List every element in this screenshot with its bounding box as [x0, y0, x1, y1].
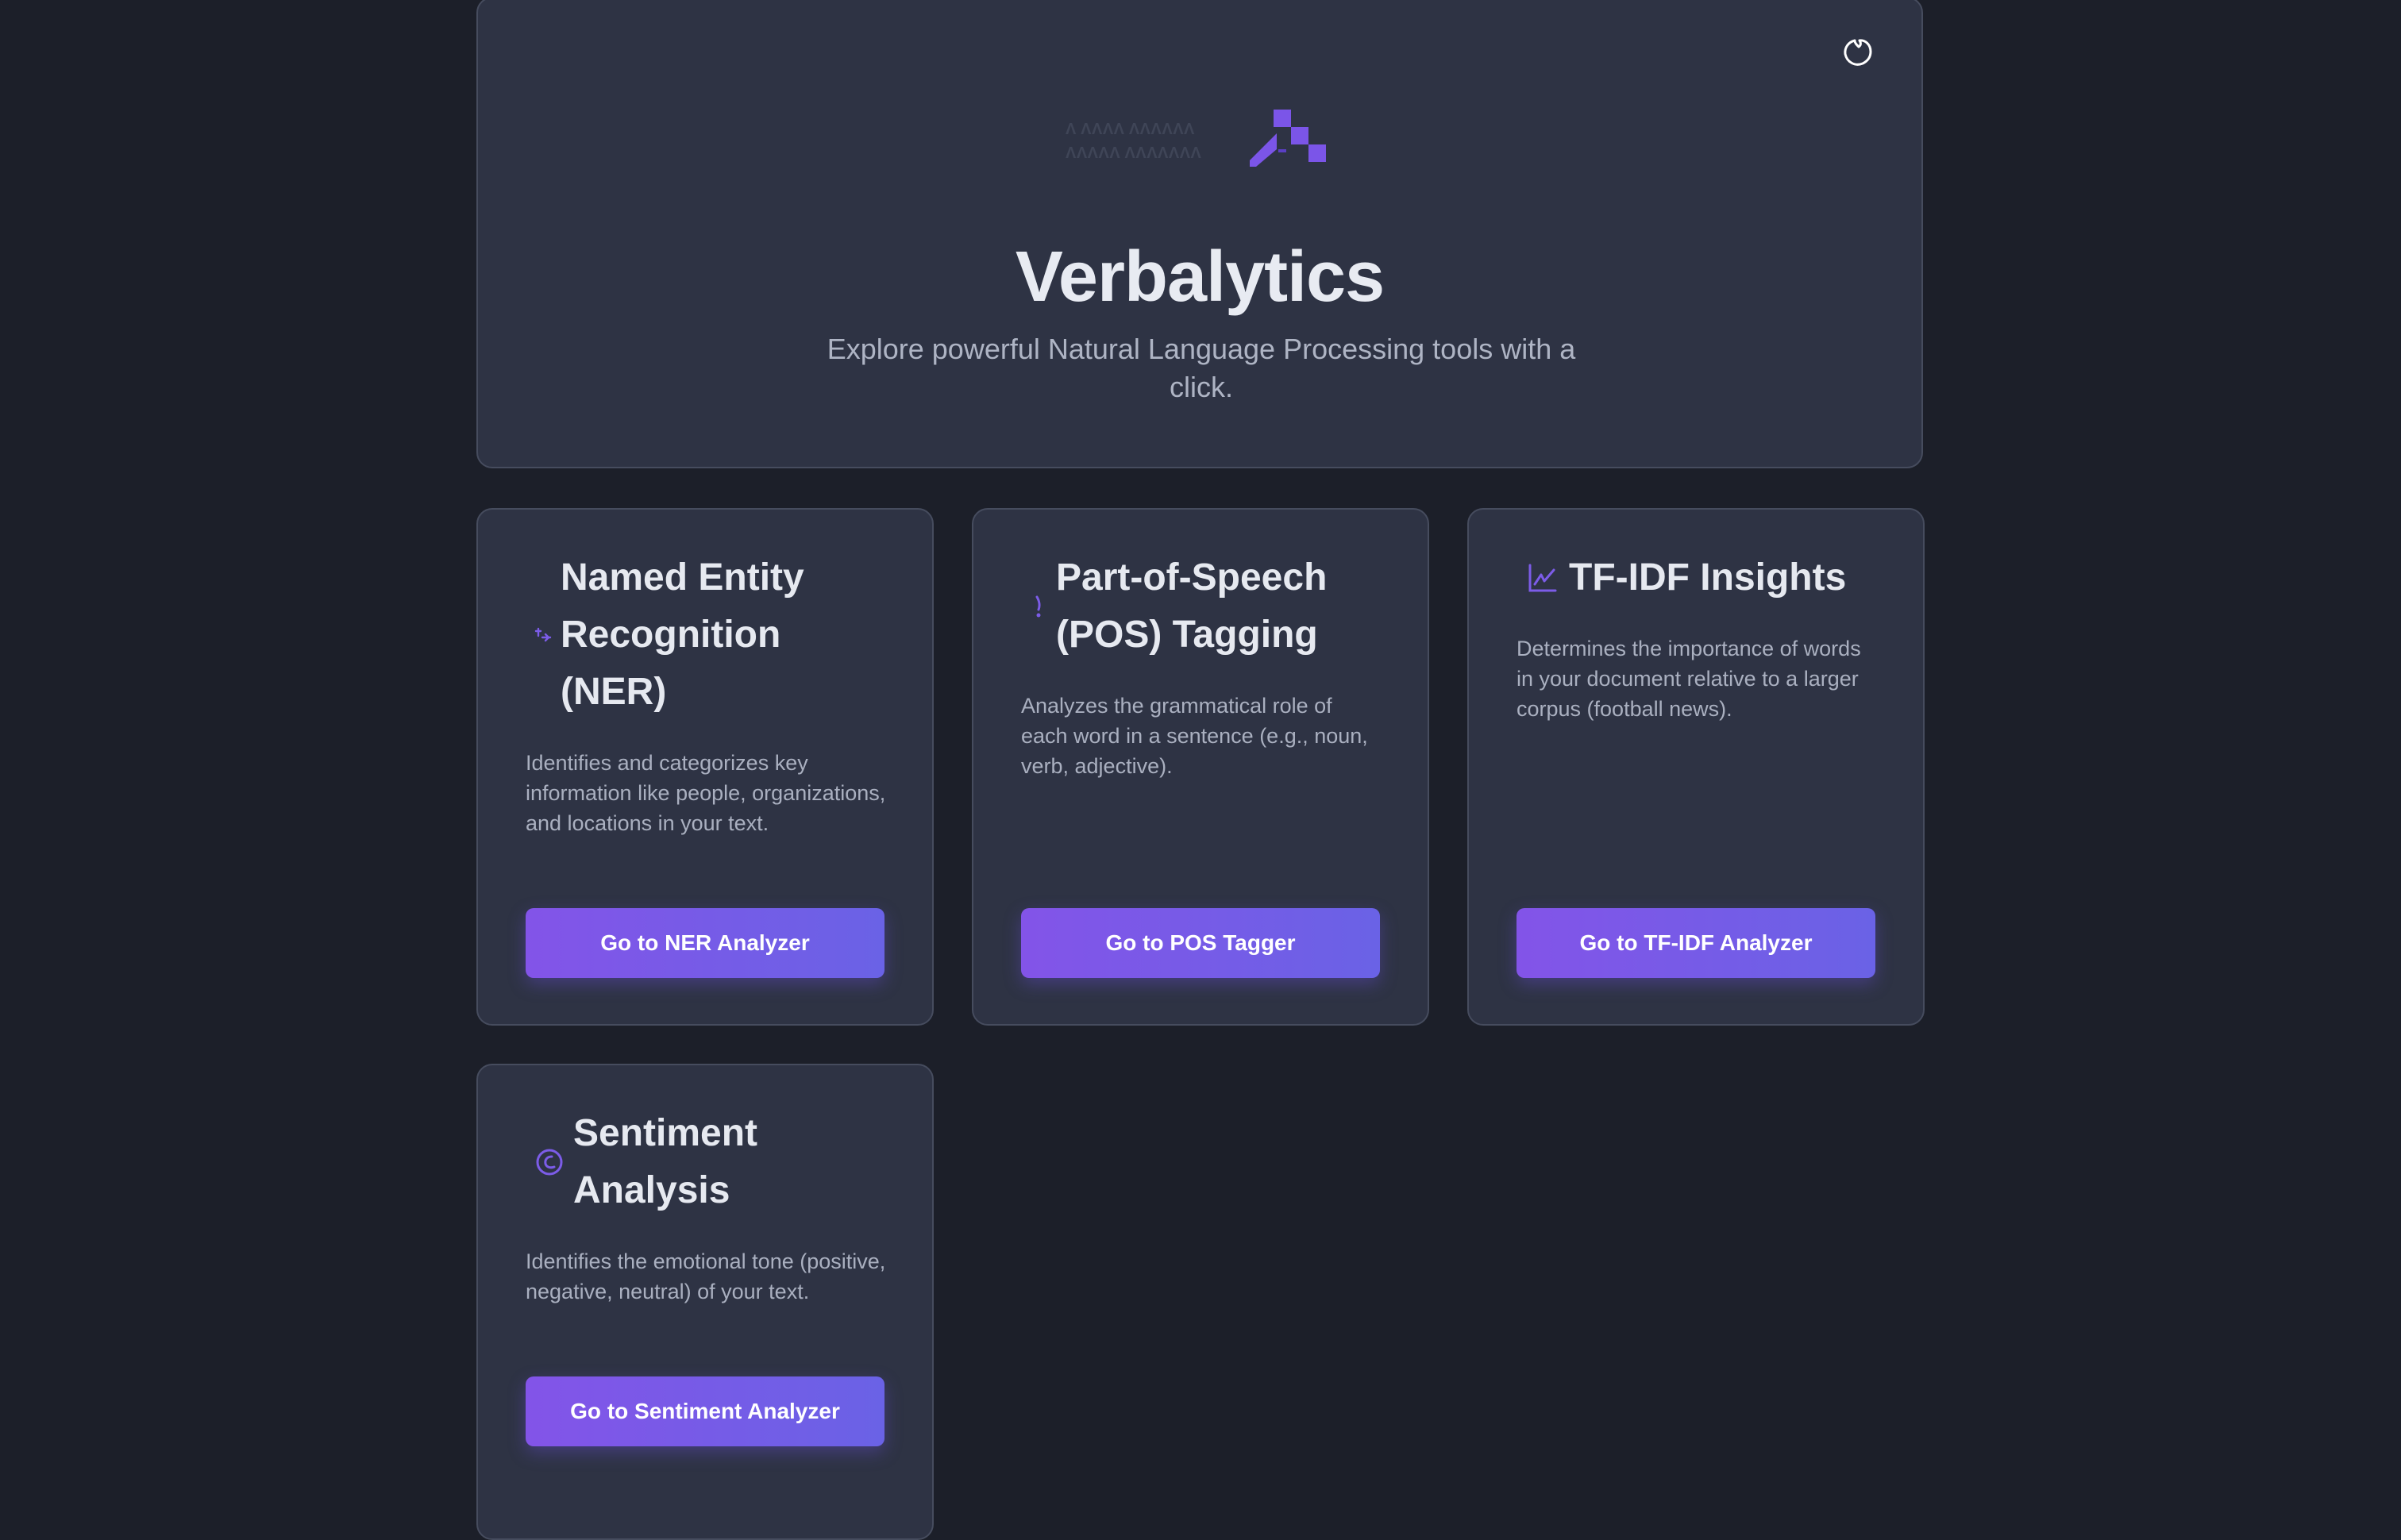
- smile-icon: [526, 1147, 573, 1177]
- card-sentiment: Sentiment Analysis Identifies the emotio…: [476, 1064, 934, 1540]
- go-to-ner-button[interactable]: Go to NER Analyzer: [526, 908, 884, 978]
- go-to-pos-button[interactable]: Go to POS Tagger: [1021, 908, 1380, 978]
- card-title: Sentiment Analysis: [573, 1112, 758, 1211]
- hero-card: Λ ΛΛΛΛ ΛΛΛΛΛΛ ΛΛΛΛΛ ΛΛΛΛΛΛΛ Verbalytics …: [476, 0, 1923, 468]
- card-title: TF-IDF Insights: [1569, 556, 1847, 599]
- exclamation-icon: [1021, 595, 1056, 618]
- logo-wordmark: Λ ΛΛΛΛ ΛΛΛΛΛΛ ΛΛΛΛΛ ΛΛΛΛΛΛΛ: [1066, 121, 1202, 162]
- card-description: Identifies the emotional tone (positive,…: [526, 1249, 886, 1303]
- card-title: Part-of-Speech (POS) Tagging: [1056, 556, 1328, 656]
- chart-icon: [1517, 560, 1569, 595]
- logo-mark-icon: [1250, 110, 1326, 167]
- theme-toggle-button[interactable]: [1839, 33, 1877, 71]
- card-description: Analyzes the grammatical role of each wo…: [1021, 694, 1368, 778]
- moon-icon: [1844, 39, 1872, 66]
- card-pos: Part-of-Speech (POS) Tagging Analyzes th…: [972, 508, 1429, 1026]
- card-description: Determines the importance of words in yo…: [1517, 637, 1861, 721]
- entity-tag-icon: [526, 626, 561, 644]
- logo: Λ ΛΛΛΛ ΛΛΛΛΛΛ ΛΛΛΛΛ ΛΛΛΛΛΛΛ: [1066, 110, 1343, 170]
- card-tfidf: TF-IDF Insights Determines the importanc…: [1467, 508, 1925, 1026]
- page: Λ ΛΛΛΛ ΛΛΛΛΛΛ ΛΛΛΛΛ ΛΛΛΛΛΛΛ Verbalytics …: [0, 0, 2401, 1540]
- go-to-tfidf-button[interactable]: Go to TF-IDF Analyzer: [1517, 908, 1875, 978]
- card-ner: Named Entity Recognition (NER) Identifie…: [476, 508, 934, 1026]
- app-subtitle: Explore powerful Natural Language Proces…: [827, 333, 1576, 403]
- card-title: Named Entity Recognition (NER): [561, 556, 804, 713]
- app-title: Verbalytics: [1015, 237, 1385, 317]
- go-to-sentiment-button[interactable]: Go to Sentiment Analyzer: [526, 1376, 884, 1446]
- card-description: Identifies and categorizes key informati…: [526, 751, 886, 835]
